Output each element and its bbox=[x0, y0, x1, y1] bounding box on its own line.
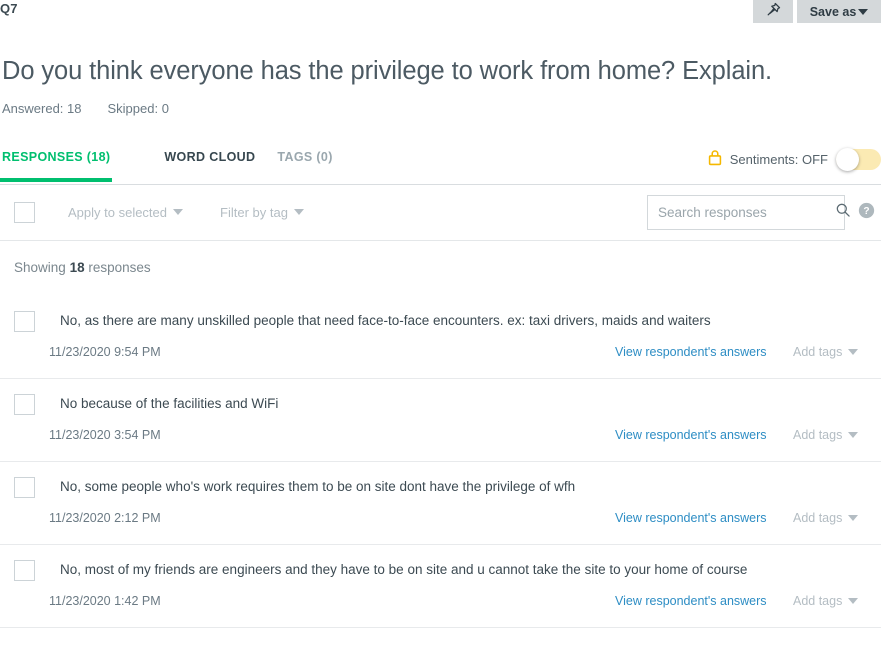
responses-toolbar: Apply to selected Filter by tag ? bbox=[0, 185, 881, 241]
table-row: No, as there are many unskilled people t… bbox=[0, 296, 881, 379]
chevron-down-icon bbox=[848, 431, 859, 438]
view-respondent-answers-link[interactable]: View respondent's answers bbox=[615, 345, 767, 359]
search-input[interactable] bbox=[648, 195, 835, 229]
search-icon bbox=[835, 202, 851, 223]
save-as-button[interactable]: Save as bbox=[797, 0, 881, 23]
response-meta: 11/23/2020 9:54 PM View respondent's ans… bbox=[0, 345, 881, 363]
tab-word-cloud[interactable]: WORD CLOUD bbox=[164, 146, 255, 181]
response-main: No, some people who's work requires them… bbox=[0, 476, 881, 498]
response-text: No, most of my friends are engineers and… bbox=[60, 561, 748, 577]
tab-bar: RESPONSES (18) WORD CLOUD TAGS (0) Senti… bbox=[0, 146, 881, 185]
response-meta: 11/23/2020 2:12 PM View respondent's ans… bbox=[0, 511, 881, 529]
add-tags-dropdown[interactable]: Add tags bbox=[793, 427, 859, 442]
view-respondent-answers-link[interactable]: View respondent's answers bbox=[615, 594, 767, 608]
chevron-down-icon bbox=[848, 597, 859, 604]
response-text: No because of the facilities and WiFi bbox=[60, 395, 279, 411]
top-bar: Q7 Save as bbox=[0, 0, 881, 28]
page-title: Do you think everyone has the privilege … bbox=[2, 57, 773, 85]
table-row: No, most of my friends are engineers and… bbox=[0, 545, 881, 628]
response-date: 11/23/2020 9:54 PM bbox=[49, 344, 161, 359]
top-actions: Save as bbox=[753, 0, 881, 23]
view-respondent-answers-link[interactable]: View respondent's answers bbox=[615, 511, 767, 525]
response-meta: 11/23/2020 1:42 PM View respondent's ans… bbox=[0, 594, 881, 612]
table-row: No, some people who's work requires them… bbox=[0, 462, 881, 545]
response-date: 11/23/2020 3:54 PM bbox=[49, 427, 161, 442]
chevron-down-icon bbox=[848, 348, 859, 355]
response-main: No, most of my friends are engineers and… bbox=[0, 559, 881, 581]
showing-suffix: responses bbox=[88, 259, 151, 275]
search-box bbox=[647, 194, 850, 230]
chevron-down-icon bbox=[858, 8, 869, 15]
response-date: 11/23/2020 1:42 PM bbox=[49, 593, 161, 608]
add-tags-label: Add tags bbox=[793, 427, 843, 442]
response-text: No, as there are many unskilled people t… bbox=[60, 312, 711, 328]
apply-to-selected-dropdown[interactable]: Apply to selected bbox=[68, 204, 184, 220]
response-checkbox[interactable] bbox=[14, 476, 35, 498]
response-main: No, as there are many unskilled people t… bbox=[0, 310, 881, 332]
add-tags-dropdown[interactable]: Add tags bbox=[793, 593, 859, 608]
tab-tags[interactable]: TAGS (0) bbox=[277, 146, 332, 181]
response-meta: 11/23/2020 3:54 PM View respondent's ans… bbox=[0, 428, 881, 446]
add-tags-label: Add tags bbox=[793, 344, 843, 359]
tab-responses[interactable]: RESPONSES (18) bbox=[0, 146, 113, 182]
add-tags-dropdown[interactable]: Add tags bbox=[793, 510, 859, 525]
sentiments-toggle[interactable] bbox=[836, 148, 881, 172]
pin-button[interactable] bbox=[753, 0, 793, 23]
showing-prefix: Showing bbox=[14, 259, 66, 275]
lock-icon bbox=[708, 149, 722, 171]
showing-count-text: Showing 18 responses bbox=[0, 241, 881, 275]
answered-count: Answered: 18 bbox=[2, 100, 82, 116]
add-tags-label: Add tags bbox=[793, 510, 843, 525]
chevron-down-icon bbox=[848, 514, 859, 521]
sentiments-label: Sentiments: OFF bbox=[729, 152, 828, 168]
add-tags-label: Add tags bbox=[793, 593, 843, 608]
toggle-knob bbox=[836, 148, 859, 172]
question-number: Q7 bbox=[0, 1, 18, 16]
chevron-down-icon bbox=[173, 209, 184, 216]
skipped-count: Skipped: 0 bbox=[107, 100, 169, 116]
chevron-down-icon bbox=[293, 209, 304, 216]
table-row: No because of the facilities and WiFi 11… bbox=[0, 379, 881, 462]
sentiments-control: Sentiments: OFF bbox=[708, 148, 881, 172]
pin-icon bbox=[765, 1, 782, 23]
response-checkbox[interactable] bbox=[14, 393, 35, 415]
select-all-checkbox[interactable] bbox=[14, 201, 35, 223]
save-as-label: Save as bbox=[809, 4, 857, 19]
response-list: No, as there are many unskilled people t… bbox=[0, 296, 881, 628]
svg-text:?: ? bbox=[863, 206, 869, 217]
response-checkbox[interactable] bbox=[14, 310, 35, 332]
add-tags-dropdown[interactable]: Add tags bbox=[793, 344, 859, 359]
help-circle-icon[interactable]: ? bbox=[858, 202, 875, 224]
response-checkbox[interactable] bbox=[14, 559, 35, 581]
filter-by-tag-dropdown[interactable]: Filter by tag bbox=[220, 205, 304, 220]
search-button[interactable] bbox=[835, 196, 851, 229]
response-date: 11/23/2020 2:12 PM bbox=[49, 510, 161, 525]
showing-count: 18 bbox=[69, 259, 85, 275]
response-text: No, some people who's work requires them… bbox=[60, 478, 576, 494]
filter-by-tag-label: Filter by tag bbox=[220, 204, 288, 220]
response-counts: Answered: 18 Skipped: 0 bbox=[0, 87, 881, 116]
apply-to-selected-label: Apply to selected bbox=[68, 204, 168, 220]
response-main: No because of the facilities and WiFi bbox=[0, 393, 881, 415]
view-respondent-answers-link[interactable]: View respondent's answers bbox=[615, 428, 767, 442]
